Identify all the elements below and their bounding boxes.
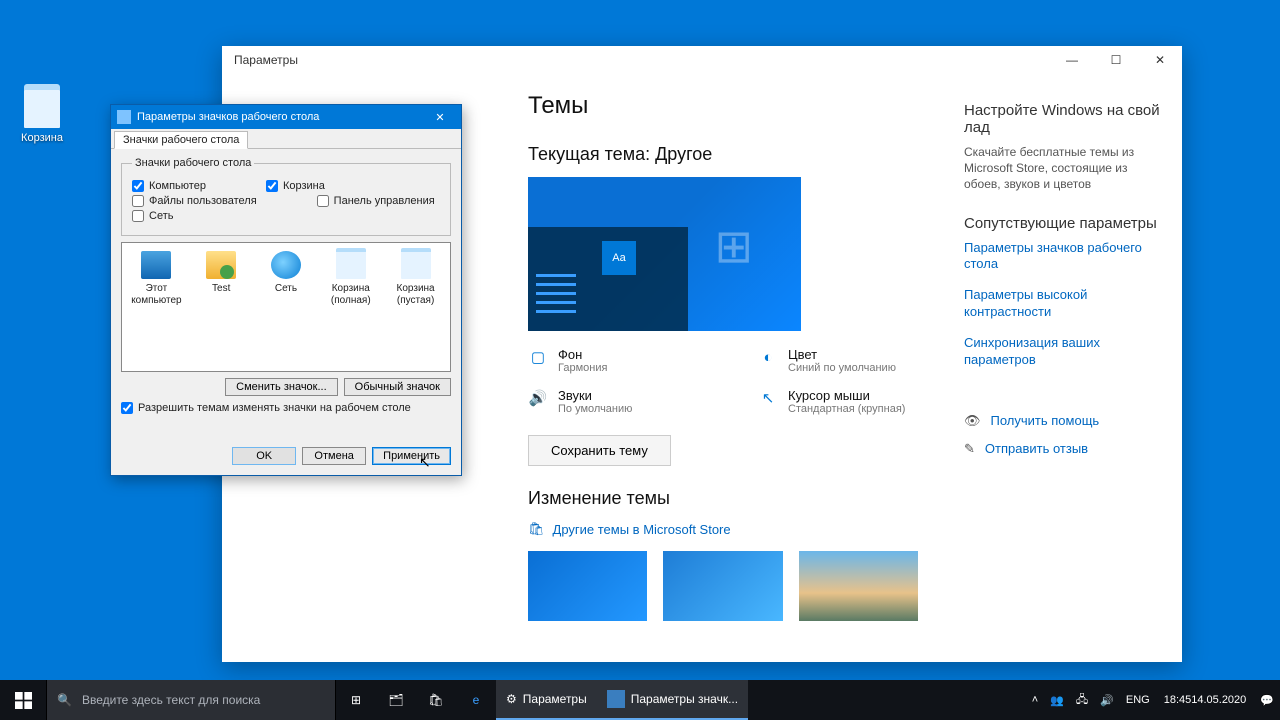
windows-icon: [15, 692, 32, 709]
taskbar-app-dialog[interactable]: Параметры значк...: [597, 680, 748, 720]
tray-language[interactable]: ENG: [1120, 680, 1156, 720]
desktop-recycle-bin[interactable]: Корзина: [12, 88, 72, 144]
minimize-button[interactable]: —: [1050, 46, 1094, 74]
tray-clock[interactable]: 18:4514.05.2020: [1156, 680, 1255, 720]
edge-button[interactable]: e: [456, 680, 496, 720]
feedback-link[interactable]: ✎Отправить отзыв: [964, 441, 1162, 457]
search-icon: 🔍: [57, 693, 72, 707]
checkbox-computer[interactable]: Компьютер: [132, 180, 206, 192]
checkbox-network[interactable]: Сеть: [132, 210, 173, 222]
customize-heading: Настройте Windows на свой лад: [964, 102, 1162, 136]
theme-background[interactable]: ▢ФонГармония: [528, 347, 738, 374]
tab-desktop-icons[interactable]: Значки рабочего стола: [114, 131, 248, 149]
speaker-icon: 🔊: [528, 388, 548, 408]
change-icon-button[interactable]: Сменить значок...: [225, 378, 338, 396]
apply-button[interactable]: Применить: [372, 447, 451, 465]
taskbar: 🔍Введите здесь текст для поиска ⊞ 🗂 🛍 e …: [0, 680, 1280, 720]
related-heading: Сопутствующие параметры: [964, 215, 1162, 232]
theme-preview[interactable]: Aa ⊞: [528, 177, 801, 331]
settings-title: Параметры: [234, 53, 298, 67]
store-button[interactable]: 🛍: [416, 680, 456, 720]
dialog-title: Параметры значков рабочего стола: [137, 111, 319, 123]
feedback-icon: ✎: [964, 441, 975, 457]
icon-item-network[interactable]: Сеть: [258, 251, 315, 295]
theme-thumbnail[interactable]: [663, 551, 782, 621]
gear-icon: ⚙: [506, 692, 517, 706]
store-icon: 🛍: [528, 521, 545, 537]
network-icon: [271, 251, 301, 279]
theme-thumbnail[interactable]: [799, 551, 918, 621]
icon-item-this-pc[interactable]: Этот компьютер: [128, 251, 185, 306]
cursor-icon: ↖: [758, 388, 778, 408]
palette-icon: ◐: [758, 347, 778, 367]
link-desktop-icons[interactable]: Параметры значков рабочего стола: [964, 240, 1162, 274]
dialog-titlebar[interactable]: Параметры значков рабочего стола ✕: [111, 105, 461, 129]
icon-item-bin-full[interactable]: Корзина (полная): [322, 251, 379, 306]
dialog-icon: [117, 110, 131, 124]
help-icon: 👁: [964, 413, 981, 429]
allow-themes-checkbox[interactable]: Разрешить темам изменять значки на рабоч…: [121, 402, 451, 414]
maximize-button[interactable]: ☐: [1094, 46, 1138, 74]
save-theme-button[interactable]: Сохранить тему: [528, 435, 671, 466]
tray-volume-icon[interactable]: 🔊: [1094, 680, 1120, 720]
checkbox-user-files[interactable]: Файлы пользователя: [132, 195, 257, 207]
theme-color[interactable]: ◐ЦветСиний по умолчанию: [758, 347, 958, 374]
file-explorer-button[interactable]: 🗂: [376, 680, 416, 720]
tray-people-icon[interactable]: 👥: [1044, 680, 1070, 720]
checkbox-recycle-bin[interactable]: Корзина: [266, 180, 325, 192]
theme-thumbnail[interactable]: [528, 551, 647, 621]
theme-sounds[interactable]: 🔊ЗвукиПо умолчанию: [528, 388, 738, 415]
tray-notifications-icon[interactable]: 💬: [1254, 680, 1280, 720]
taskbar-app-settings[interactable]: ⚙Параметры: [496, 680, 597, 720]
ok-button[interactable]: OK: [232, 447, 296, 465]
windows-logo-icon: ⊞: [714, 219, 753, 273]
recycle-bin-icon: [24, 88, 60, 128]
recycle-bin-full-icon: [336, 251, 366, 279]
page-title: Темы: [528, 92, 918, 120]
tray-network-icon[interactable]: 🖧: [1070, 680, 1094, 720]
theme-cursor[interactable]: ↖Курсор мышиСтандартная (крупная): [758, 388, 958, 415]
link-high-contrast[interactable]: Параметры высокой контрастности: [964, 287, 1162, 321]
cancel-button[interactable]: Отмена: [302, 447, 366, 465]
customize-text: Скачайте бесплатные темы из Microsoft St…: [964, 144, 1162, 193]
start-button[interactable]: [0, 680, 46, 720]
icon-item-test[interactable]: Test: [193, 251, 250, 295]
more-themes-link[interactable]: 🛍Другие темы в Microsoft Store: [528, 521, 918, 537]
current-theme-label: Текущая тема: Другое: [528, 144, 918, 165]
settings-titlebar[interactable]: Параметры — ☐ ✕: [222, 46, 1182, 74]
task-view-button[interactable]: ⊞: [336, 680, 376, 720]
get-help-link[interactable]: 👁Получить помощь: [964, 413, 1162, 429]
icon-item-bin-empty[interactable]: Корзина (пустая): [387, 251, 444, 306]
default-icon-button[interactable]: Обычный значок: [344, 378, 451, 396]
change-theme-heading: Изменение темы: [528, 488, 918, 509]
picture-icon: ▢: [528, 347, 548, 367]
preview-tile: Aa: [602, 241, 636, 275]
tray-chevron-up-icon[interactable]: ˄: [1026, 680, 1044, 720]
desktop-icon-settings-dialog: Параметры значков рабочего стола ✕ Значк…: [110, 104, 462, 476]
close-button[interactable]: ✕: [1138, 46, 1182, 74]
dialog-taskbar-icon: [607, 690, 625, 708]
icon-preview-list: Этот компьютер Test Сеть Корзина (полная…: [121, 242, 451, 372]
desktop-icon-label: Корзина: [12, 132, 72, 144]
link-sync[interactable]: Синхронизация ваших параметров: [964, 335, 1162, 369]
group-label: Значки рабочего стола: [132, 157, 254, 169]
recycle-bin-empty-icon: [401, 251, 431, 279]
dialog-close-button[interactable]: ✕: [423, 111, 457, 124]
user-folder-icon: [206, 251, 236, 279]
desktop-icons-group: Значки рабочего стола Компьютер Корзина …: [121, 157, 451, 236]
pc-icon: [141, 251, 171, 279]
search-placeholder: Введите здесь текст для поиска: [82, 693, 260, 707]
taskbar-search[interactable]: 🔍 Введите здесь текст для поиска: [46, 680, 336, 720]
checkbox-control-panel[interactable]: Панель управления: [317, 195, 435, 207]
